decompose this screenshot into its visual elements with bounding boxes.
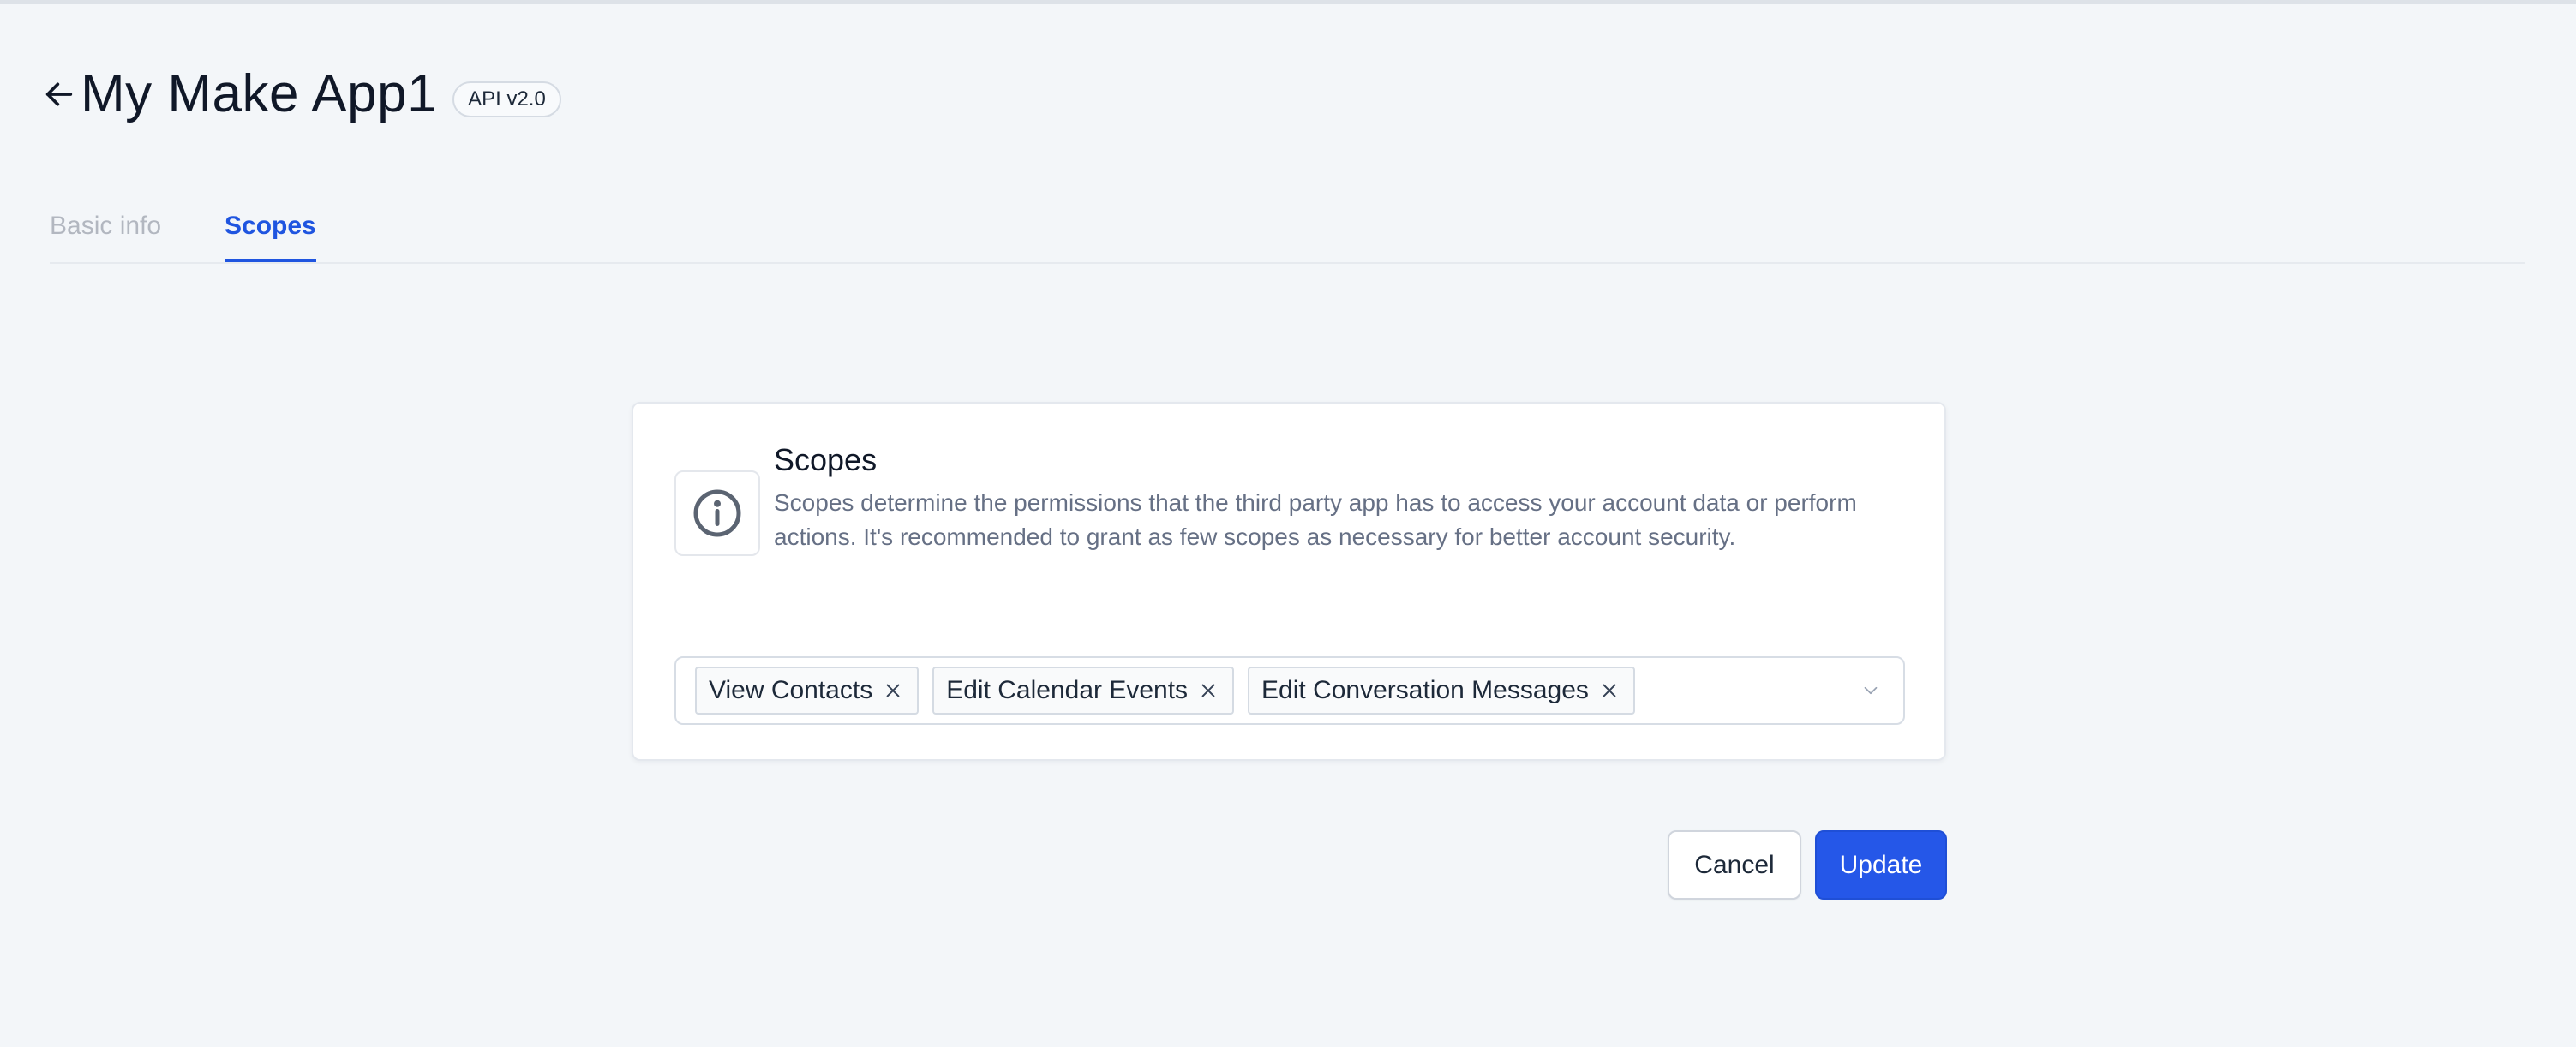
close-icon[interactable] <box>881 679 905 703</box>
info-circle-icon <box>674 470 760 556</box>
tab-basic-info[interactable]: Basic info <box>50 195 161 262</box>
scope-tag-label: Edit Calendar Events <box>946 676 1189 704</box>
page-title: My Make App1 <box>81 64 438 123</box>
top-divider <box>0 0 2576 4</box>
chevron-down-icon[interactable] <box>1857 677 1884 704</box>
scope-tag-label: View Contacts <box>709 676 873 704</box>
close-icon[interactable] <box>1196 679 1220 703</box>
api-version-badge: API v2.0 <box>452 81 561 117</box>
tab-bar: Basic info Scopes <box>50 195 2525 264</box>
scopes-card: Scopes Scopes determine the permissions … <box>632 402 1946 761</box>
scopes-multiselect[interactable]: View Contacts Edit Calendar Events Edit … <box>674 656 1905 725</box>
arrow-left-icon[interactable] <box>39 75 79 114</box>
page-header: My Make App1 API v2.0 <box>39 58 561 130</box>
scope-tag-edit-conversation-messages: Edit Conversation Messages <box>1248 667 1635 715</box>
scope-tag-label: Edit Conversation Messages <box>1261 676 1589 704</box>
scope-tag-view-contacts: View Contacts <box>695 667 920 715</box>
update-button[interactable]: Update <box>1815 830 1947 900</box>
scopes-card-description: Scopes determine the permissions that th… <box>774 489 1857 550</box>
tab-scopes[interactable]: Scopes <box>225 195 316 262</box>
close-icon[interactable] <box>1597 679 1621 703</box>
scopes-card-title: Scopes <box>774 442 878 477</box>
scope-tag-edit-calendar-events: Edit Calendar Events <box>932 667 1235 715</box>
selected-scopes: View Contacts Edit Calendar Events Edit … <box>695 667 1649 715</box>
cancel-button[interactable]: Cancel <box>1668 830 1801 900</box>
